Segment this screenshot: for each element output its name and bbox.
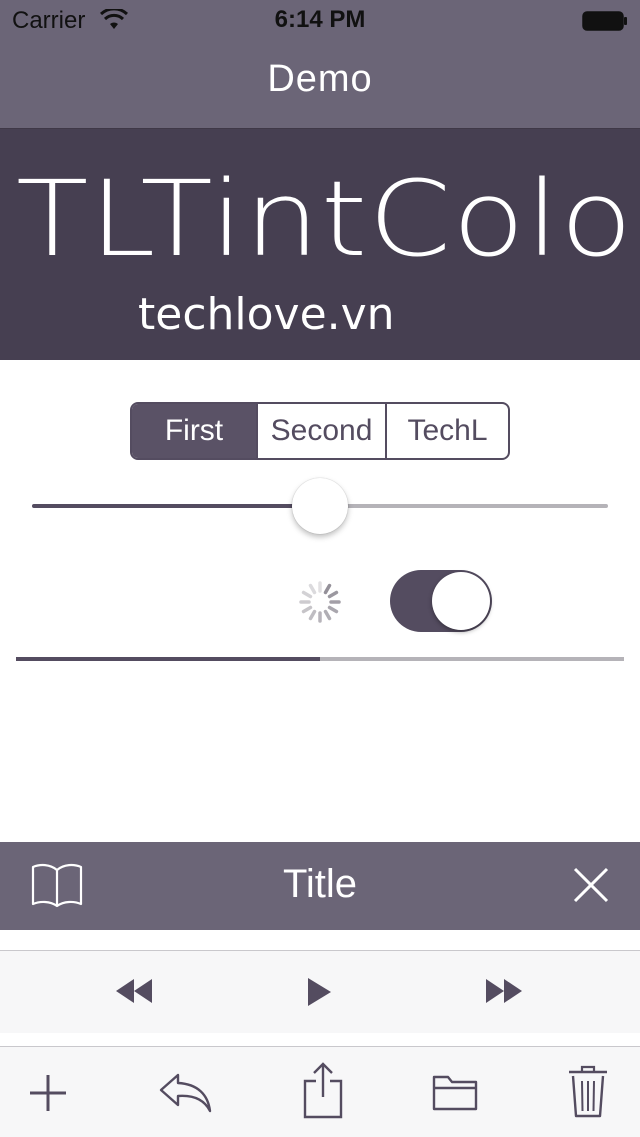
spacer	[0, 930, 640, 950]
fast-forward-icon[interactable]	[484, 977, 524, 1010]
battery-icon	[582, 10, 628, 31]
secondary-title: Title	[282, 862, 358, 906]
status-bar: Carrier 6:14 PM	[0, 0, 640, 40]
share-icon[interactable]	[302, 1061, 344, 1124]
activity-indicator	[298, 580, 342, 624]
segment-techl[interactable]: TechL	[385, 404, 508, 458]
banner-subtitle: techlove.vn	[138, 289, 395, 340]
banner: TLTintColor techlove.vn	[0, 129, 640, 360]
spinner-spoke	[301, 590, 313, 599]
trash-icon[interactable]	[568, 1065, 608, 1124]
segmented-control: First Second TechL	[130, 402, 510, 460]
bottom-toolbar	[0, 1046, 640, 1137]
spinner-spoke	[323, 583, 332, 595]
status-time: 6:14 PM	[274, 6, 366, 33]
progress-fill	[16, 657, 320, 661]
switch-knob	[432, 572, 490, 630]
toggle-switch[interactable]	[390, 570, 492, 632]
segment-first[interactable]: First	[132, 404, 256, 458]
slider-thumb[interactable]	[292, 478, 348, 534]
slider-track-min	[32, 504, 322, 508]
secondary-nav-bar: Title	[0, 842, 640, 930]
slider-track-max	[322, 504, 608, 508]
navigation-bar: Demo	[0, 40, 640, 129]
close-icon[interactable]	[572, 866, 610, 909]
segment-second[interactable]: Second	[256, 404, 385, 458]
spinner-spoke	[327, 590, 339, 599]
spinner-spoke	[323, 609, 332, 621]
spinner-spoke	[301, 605, 313, 614]
nav-title: Demo	[267, 58, 373, 100]
spinner-spoke	[308, 609, 317, 621]
rewind-icon[interactable]	[114, 977, 154, 1010]
reply-icon[interactable]	[158, 1071, 214, 1120]
banner-title: TLTintColor	[16, 158, 640, 280]
folder-icon[interactable]	[432, 1073, 478, 1116]
spinner-spoke	[308, 583, 317, 595]
add-icon[interactable]	[28, 1073, 68, 1118]
player-controls	[0, 950, 640, 1033]
play-icon[interactable]	[306, 977, 332, 1012]
spinner-spoke	[327, 605, 339, 614]
